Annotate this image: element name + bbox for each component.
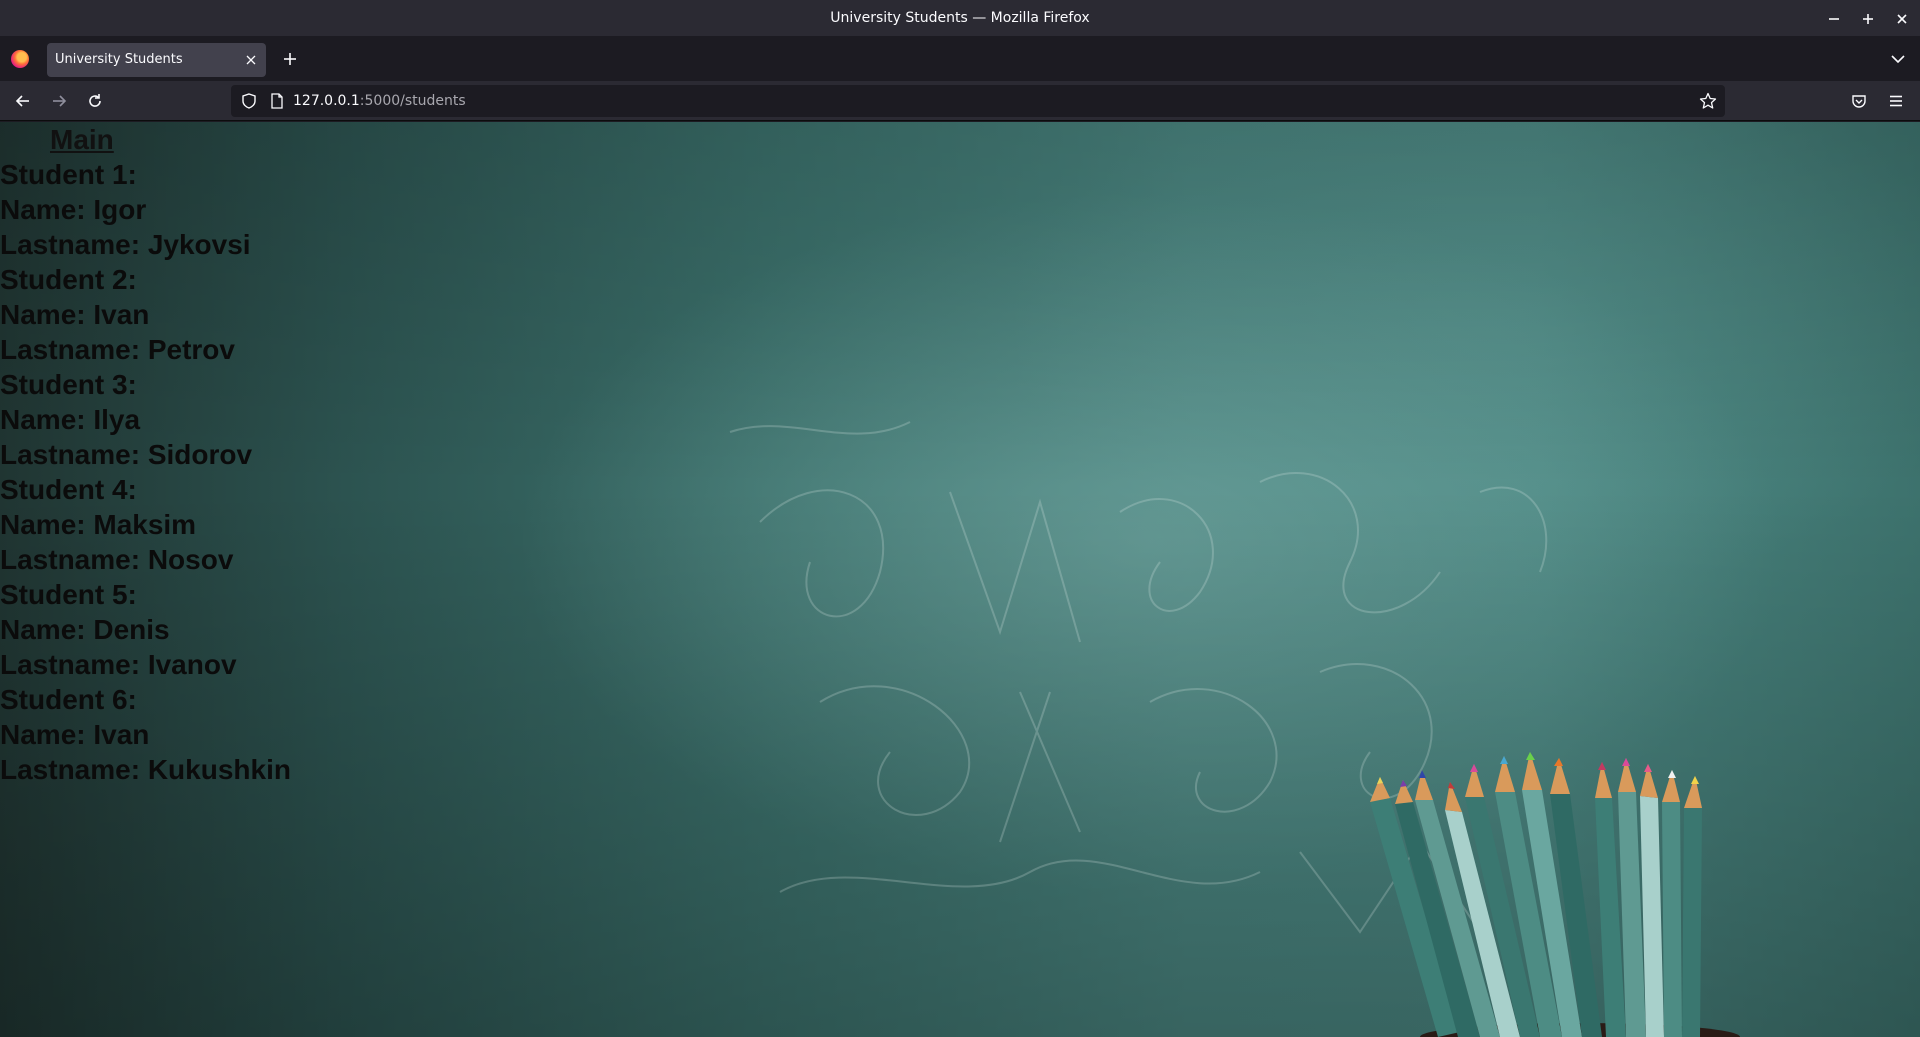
pocket-button[interactable] (1847, 89, 1871, 113)
back-button[interactable] (11, 89, 35, 113)
student-entry: Student 3: Name: Ilya Lastname: Sidorov (0, 367, 291, 472)
student-name: Name: Denis (0, 614, 170, 645)
student-heading: Student 5: (0, 579, 137, 610)
maximize-button[interactable] (1851, 0, 1885, 37)
reload-icon (89, 94, 101, 107)
page-icon[interactable] (269, 93, 285, 109)
window-titlebar: University Students — Mozilla Firefox (0, 0, 1920, 37)
plus-icon (284, 53, 296, 65)
window-title: University Students — Mozilla Firefox (830, 10, 1090, 26)
hamburger-menu-icon (1890, 95, 1902, 107)
student-heading: Student 1: (0, 159, 137, 190)
student-lastname: Lastname: Sidorov (0, 439, 253, 470)
student-lastname: Lastname: Jykovsi (0, 229, 251, 260)
page-viewport: Main Student 1: Name: Igor Lastname: Jyk… (0, 122, 1920, 1037)
student-lastname: Lastname: Nosov (0, 544, 234, 575)
minimize-button[interactable] (1817, 0, 1851, 37)
maximize-icon (1863, 13, 1873, 24)
student-name: Name: Ivan (0, 719, 150, 750)
close-window-button[interactable] (1885, 0, 1919, 37)
chevron-down-icon (1891, 55, 1905, 64)
list-all-tabs-button[interactable] (1890, 51, 1906, 67)
address-bar[interactable]: 127.0.0.1:5000/students (231, 85, 1725, 117)
close-icon (1897, 13, 1907, 24)
student-name: Name: Ivan (0, 299, 150, 330)
student-entry: Student 1: Name: Igor Lastname: Jykovsi (0, 157, 291, 262)
student-entry: Student 4: Name: Maksim Lastname: Nosov (0, 472, 291, 577)
student-entry: Student 5: Name: Denis Lastname: Ivanov (0, 577, 291, 682)
student-heading: Student 3: (0, 369, 137, 400)
new-tab-button[interactable] (280, 49, 300, 69)
app-menu-button[interactable] (1884, 89, 1908, 113)
colored-pencils-cup-image (1370, 752, 1740, 1037)
student-entry: Student 6: Name: Ivan Lastname: Kukushki… (0, 682, 291, 787)
tab-label: University Students (55, 52, 183, 67)
firefox-logo-icon[interactable] (11, 50, 29, 68)
url-text[interactable]: 127.0.0.1:5000/students (293, 85, 466, 117)
navigation-toolbar: 127.0.0.1:5000/students (0, 81, 1920, 121)
arrow-right-icon (53, 95, 67, 107)
pocket-icon (1852, 95, 1866, 108)
main-link[interactable]: Main (50, 122, 291, 157)
tab-close-button[interactable] (244, 53, 258, 67)
tab-university-students[interactable]: University Students (47, 43, 266, 77)
forward-button[interactable] (47, 89, 71, 113)
students-content: Main Student 1: Name: Igor Lastname: Jyk… (0, 122, 291, 787)
url-path: :5000/students (359, 93, 466, 109)
student-lastname: Lastname: Kukushkin (0, 754, 291, 785)
minimize-icon (1829, 17, 1839, 20)
student-entry: Student 2: Name: Ivan Lastname: Petrov (0, 262, 291, 367)
student-name: Name: Maksim (0, 509, 197, 540)
star-icon[interactable] (1699, 92, 1717, 110)
student-heading: Student 2: (0, 264, 137, 295)
student-heading: Student 4: (0, 474, 137, 505)
reload-button[interactable] (83, 89, 107, 113)
student-name: Name: Ilya (0, 404, 141, 435)
student-name: Name: Igor (0, 194, 147, 225)
arrow-left-icon (15, 95, 29, 107)
student-lastname: Lastname: Ivanov (0, 649, 237, 680)
tab-strip: University Students (0, 37, 1920, 81)
student-heading: Student 6: (0, 684, 137, 715)
close-icon (246, 55, 256, 65)
student-lastname: Lastname: Petrov (0, 334, 235, 365)
url-host: 127.0.0.1 (293, 93, 360, 109)
shield-icon[interactable] (241, 93, 257, 109)
